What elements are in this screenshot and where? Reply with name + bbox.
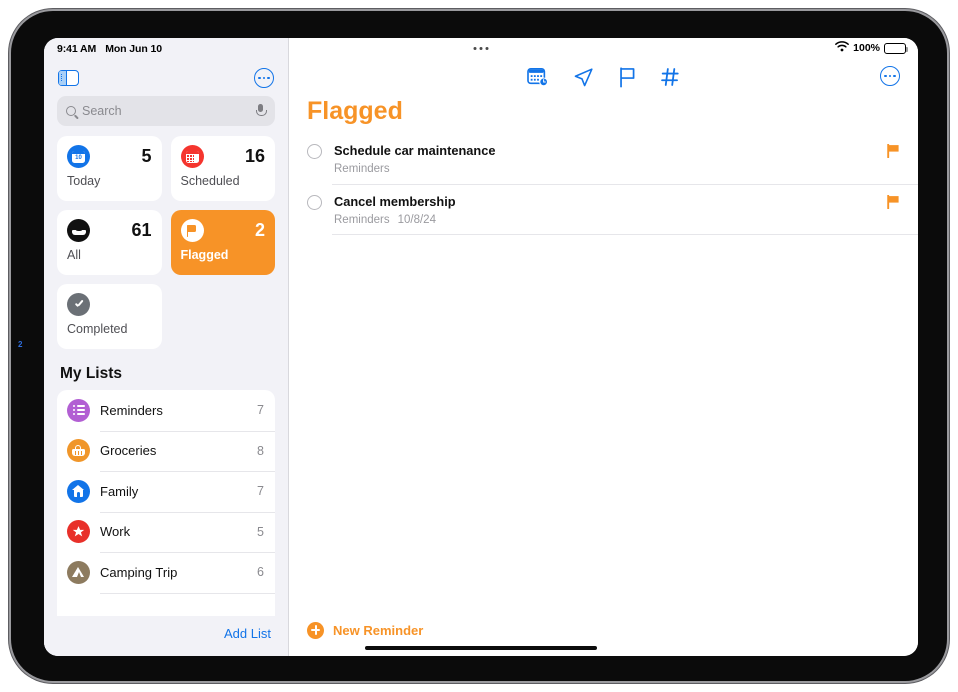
list-name: Groceries	[100, 443, 157, 459]
all-count: 61	[131, 220, 152, 240]
scheduled-calendar-icon	[180, 145, 204, 168]
reminder-checkbox[interactable]	[307, 144, 322, 159]
smart-lists-grid: 10 5 Today 16 Scheduled 61 All 2 Flagged…	[44, 126, 288, 349]
smart-list-all[interactable]: 61 All	[57, 210, 162, 275]
add-list-button[interactable]: Add List	[224, 626, 271, 641]
list-count: 6	[257, 565, 264, 580]
plus-circle-icon	[307, 621, 324, 639]
search-icon	[66, 106, 76, 116]
sidebar-footer: Add List	[44, 616, 288, 656]
detail-toolbar	[289, 38, 918, 90]
reminder-row[interactable]: Cancel membership Reminders 10/8/24	[307, 184, 918, 235]
my-lists-header: My Lists	[60, 365, 123, 382]
list-count: 8	[257, 443, 264, 458]
flag-icon[interactable]	[887, 194, 900, 214]
device-frame: Search 10 5 Today 16 Scheduled 61 All 2 …	[11, 11, 947, 681]
smart-list-completed[interactable]: Completed	[57, 284, 162, 349]
flagged-count: 2	[254, 220, 265, 240]
today-count: 5	[141, 146, 152, 166]
sidebar: Search 10 5 Today 16 Scheduled 61 All 2 …	[44, 38, 289, 656]
smart-list-flagged[interactable]: 2 Flagged	[170, 210, 275, 275]
reminder-list-name: Reminders	[334, 163, 390, 175]
reminder-list: Schedule car maintenance Reminders Cance…	[289, 133, 918, 604]
location-arrow-icon[interactable]	[573, 67, 594, 88]
house-icon	[67, 479, 90, 503]
my-lists-card: Reminders 7 Groceries 8 Family 7 Work 5 …	[57, 390, 275, 616]
list-count: 7	[257, 484, 264, 499]
device-screen: Search 10 5 Today 16 Scheduled 61 All 2 …	[44, 38, 918, 656]
annotation-marker: 2	[18, 340, 23, 349]
list-item-partial[interactable]	[57, 592, 275, 617]
list-name: Family	[100, 483, 139, 499]
flag-icon	[180, 219, 204, 242]
reminder-list-name: Reminders	[334, 214, 390, 226]
list-item-groceries[interactable]: Groceries 8	[57, 430, 275, 472]
check-circle-icon	[67, 293, 90, 316]
detail-more-ellipsis-icon[interactable]	[880, 66, 900, 86]
reminder-date: 10/8/24	[397, 214, 436, 226]
list-count: 5	[257, 524, 264, 539]
all-label: All	[67, 248, 81, 262]
flag-icon[interactable]	[618, 66, 637, 88]
list-item-reminders[interactable]: Reminders 7	[57, 390, 275, 431]
sidebar-more-ellipsis-icon[interactable]	[254, 68, 274, 88]
today-calendar-icon: 10	[67, 145, 90, 168]
my-lists-container: Reminders 7 Groceries 8 Family 7 Work 5 …	[57, 390, 275, 616]
reminder-title: Cancel membership	[334, 194, 456, 209]
basket-icon	[67, 439, 90, 463]
tent-icon	[67, 560, 90, 584]
smart-list-today[interactable]: 10 5 Today	[57, 136, 162, 201]
list-bullets-icon	[67, 398, 90, 422]
page-title: Flagged	[307, 97, 403, 125]
calendar-clock-icon[interactable]	[527, 67, 549, 87]
reminder-row[interactable]: Schedule car maintenance Reminders	[307, 133, 918, 184]
sidebar-toggle-icon[interactable]	[58, 70, 79, 86]
reminder-title: Schedule car maintenance	[334, 143, 496, 158]
search-placeholder: Search	[82, 104, 122, 118]
completed-label: Completed	[67, 322, 128, 336]
home-indicator	[365, 645, 597, 650]
today-day-number: 10	[75, 154, 82, 161]
list-item-camping-trip[interactable]: Camping Trip 6	[57, 552, 275, 593]
hashtag-icon[interactable]	[661, 67, 680, 87]
star-icon	[67, 520, 90, 544]
detail-pane: Flagged Schedule car maintenance Reminde…	[289, 38, 918, 656]
list-name: Reminders	[100, 402, 163, 418]
list-count: 7	[257, 403, 264, 418]
flag-icon[interactable]	[887, 143, 900, 163]
list-name: Camping Trip	[100, 564, 178, 580]
new-reminder-label: New Reminder	[333, 622, 424, 638]
list-item-work[interactable]: Work 5	[57, 511, 275, 553]
scheduled-label: Scheduled	[180, 174, 240, 188]
scheduled-count: 16	[244, 146, 265, 166]
sidebar-toolbar	[44, 38, 288, 90]
search-input[interactable]: Search	[57, 96, 275, 126]
flagged-label: Flagged	[180, 248, 229, 262]
list-name: Work	[100, 524, 131, 540]
microphone-icon[interactable]	[255, 104, 267, 118]
today-label: Today	[67, 174, 101, 188]
all-inbox-icon	[67, 219, 90, 242]
search-container: Search	[44, 90, 288, 126]
smart-list-scheduled[interactable]: 16 Scheduled	[170, 136, 275, 201]
reminder-checkbox[interactable]	[307, 195, 322, 210]
list-item-family[interactable]: Family 7	[57, 471, 275, 512]
